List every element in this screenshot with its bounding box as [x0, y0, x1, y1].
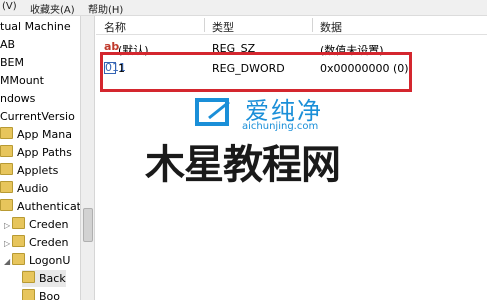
column-divider[interactable]	[312, 18, 313, 32]
tree-item[interactable]: ▷ Creden	[4, 216, 68, 233]
highlight-box	[100, 52, 412, 92]
menu-help[interactable]: 帮助(H)	[88, 1, 123, 16]
tree-item[interactable]: Applets	[0, 162, 58, 179]
tree-item-label: MMount	[0, 74, 44, 87]
folder-icon	[12, 253, 25, 265]
tree-item-selected[interactable]: Back	[22, 270, 66, 287]
tree-scrollbar[interactable]	[80, 16, 95, 300]
folder-icon	[22, 289, 35, 300]
tree-item[interactable]: Authenticat	[0, 198, 80, 215]
tree-item-label: LogonU	[29, 254, 71, 267]
folder-icon	[0, 181, 13, 193]
watermark-logo-icon	[195, 98, 230, 126]
tree-item[interactable]: ◢ LogonU	[4, 252, 70, 269]
menu-bar: (V) 收藏夹(A) 帮助(H)	[0, 0, 487, 16]
tree-item[interactable]: Audio	[0, 180, 48, 197]
tree-item-label: Creden	[29, 218, 69, 231]
collapse-icon[interactable]: ◢	[4, 253, 12, 270]
watermark-url: aichunjing.com	[242, 121, 319, 132]
folder-icon	[12, 217, 25, 229]
folder-icon	[12, 235, 25, 247]
folder-icon	[0, 163, 13, 175]
tree-item-label: Audio	[17, 182, 49, 195]
tree-item-label: AB	[0, 38, 16, 51]
tree-item[interactable]: BEM	[0, 54, 24, 71]
tree-item[interactable]: App Paths	[0, 144, 72, 161]
tree-item-label: tual Machine	[0, 20, 71, 33]
column-name[interactable]: 名称	[104, 19, 126, 35]
folder-icon	[0, 145, 13, 157]
column-data[interactable]: 数据	[320, 19, 342, 35]
tree-item[interactable]: tual Machine	[0, 18, 71, 35]
expand-icon[interactable]: ▷	[4, 235, 12, 252]
tree-item-label: App Paths	[17, 146, 72, 159]
watermark-text: 木星教程网	[145, 142, 341, 188]
menu-view[interactable]: (V)	[2, 1, 17, 12]
folder-icon	[0, 199, 13, 211]
tree-item[interactable]: App Mana	[0, 126, 72, 143]
tree-item-label: CurrentVersio	[0, 110, 75, 123]
tree-item[interactable]: MMount	[0, 72, 44, 89]
column-type[interactable]: 类型	[212, 19, 234, 35]
tree-item-label: Applets	[17, 164, 59, 177]
menu-favorites[interactable]: 收藏夹(A)	[30, 1, 75, 16]
registry-tree: tual Machine AB BEM MMount ndows Current…	[0, 16, 80, 300]
tree-item-label: ndows	[0, 92, 36, 105]
folder-icon	[0, 127, 13, 139]
folder-icon	[22, 271, 35, 283]
column-divider[interactable]	[204, 18, 205, 32]
tree-item[interactable]: ndows	[0, 90, 35, 107]
tree-item-label: Boo	[39, 290, 61, 300]
tree-item-label: Back	[39, 272, 66, 285]
tree-item-label: BEM	[0, 56, 24, 69]
tree-item[interactable]: Boo	[22, 288, 60, 300]
string-value-icon: ab	[104, 40, 120, 53]
tree-item-label: Creden	[29, 236, 69, 249]
tree-item-label: App Mana	[17, 128, 72, 141]
list-header: 名称 类型 数据	[96, 16, 487, 35]
expand-icon[interactable]: ▷	[4, 217, 12, 234]
tree-item[interactable]: CurrentVersio	[0, 108, 75, 125]
tree-item[interactable]: AB	[0, 36, 15, 53]
tree-item[interactable]: ▷ Creden	[4, 234, 68, 251]
tree-item-label: Authenticat	[17, 200, 80, 213]
scrollbar-thumb[interactable]	[83, 208, 93, 242]
